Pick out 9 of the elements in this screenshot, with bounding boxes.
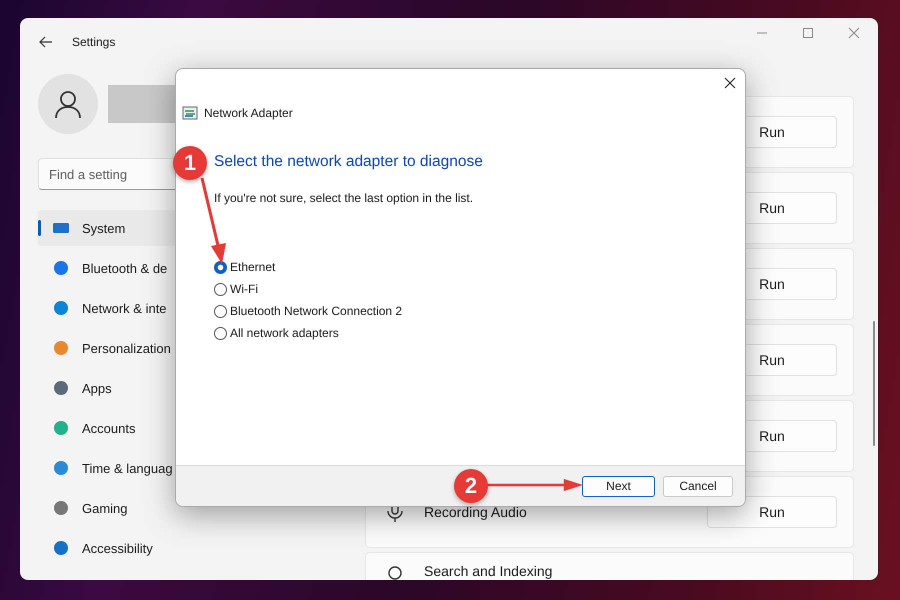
dialog-title: Network Adapter: [204, 106, 293, 120]
option-label: Bluetooth Network Connection 2: [230, 304, 402, 318]
option-label: Wi-Fi: [230, 282, 258, 296]
troubleshooter-name: Recording Audio: [424, 504, 527, 520]
instruction-text: If you're not sure, select the last option in the list.: [214, 191, 474, 205]
option-label: Ethernet: [230, 260, 276, 274]
troubleshooter-name: Search and Indexing: [424, 563, 552, 579]
option-label: All network adapters: [230, 326, 339, 340]
window-title: Settings: [72, 35, 116, 49]
